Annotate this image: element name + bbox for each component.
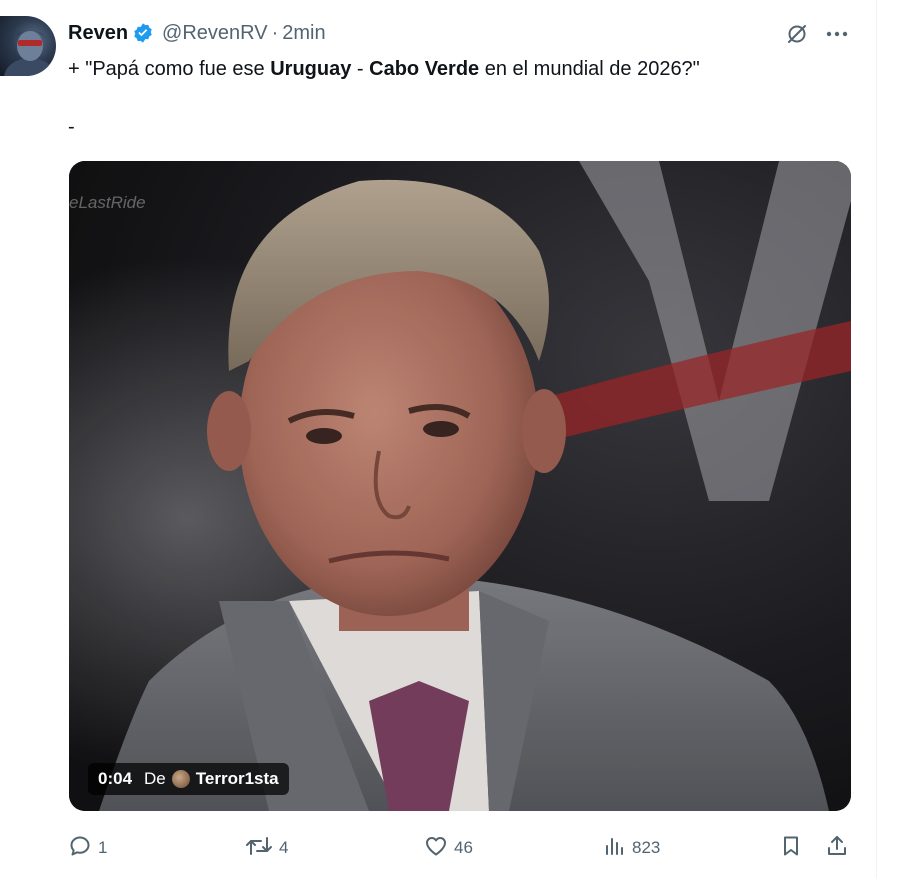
tweet-text-prefix: + "Papá como fue ese: [68, 58, 271, 80]
share-button[interactable]: [825, 832, 849, 864]
tweet-header: Reven @RevenRV · 2min: [68, 20, 326, 46]
author-handle[interactable]: @RevenRV: [162, 22, 268, 45]
like-button[interactable]: 46: [424, 832, 473, 864]
heart-icon: [424, 834, 448, 863]
tweet-team-2: Cabo Verde: [369, 58, 480, 80]
tweet-text-suffix: en el mundial de 2026?": [479, 58, 700, 80]
grok-icon[interactable]: [783, 20, 811, 48]
author-name[interactable]: Reven: [68, 22, 128, 45]
video-player[interactable]: eLastRide 0:04 De Terror1sta: [69, 161, 851, 811]
tweet-second-line: -: [68, 116, 75, 138]
tweet-text: + "Papá como fue ese Uruguay - Cabo Verd…: [68, 56, 700, 82]
reply-count: 1: [98, 838, 108, 857]
views-button[interactable]: 823: [602, 832, 660, 864]
view-count: 823: [632, 838, 661, 857]
header-separator: ·: [271, 21, 279, 44]
bookmark-icon: [779, 834, 803, 863]
video-frame: [69, 161, 851, 811]
more-options-icon[interactable]: [822, 20, 852, 48]
reply-icon: [68, 834, 92, 863]
action-bar: 1 4 46 823: [0, 832, 900, 864]
video-watermark: eLastRide: [69, 193, 146, 212]
video-info-overlay: 0:04 De Terror1sta: [88, 763, 289, 795]
share-icon: [825, 834, 849, 863]
repost-count: 4: [279, 838, 289, 857]
bookmark-button[interactable]: [779, 832, 803, 864]
video-duration: 0:04: [98, 769, 133, 788]
source-user-avatar[interactable]: [171, 770, 190, 788]
tweet-timestamp[interactable]: 2min: [282, 22, 325, 45]
tweet-text-dash: -: [351, 58, 370, 80]
author-avatar[interactable]: [0, 16, 56, 76]
timeline-border: [876, 0, 877, 878]
verified-badge-icon[interactable]: [132, 22, 154, 44]
views-chart-icon: [602, 834, 626, 863]
like-count: 46: [454, 838, 473, 857]
repost-icon: [245, 834, 273, 863]
video-from-label: De: [144, 769, 166, 788]
repost-button[interactable]: 4: [245, 832, 288, 864]
video-source-user[interactable]: Terror1sta: [196, 769, 279, 789]
reply-button[interactable]: 1: [68, 832, 107, 864]
tweet-team-1: Uruguay: [270, 58, 352, 80]
